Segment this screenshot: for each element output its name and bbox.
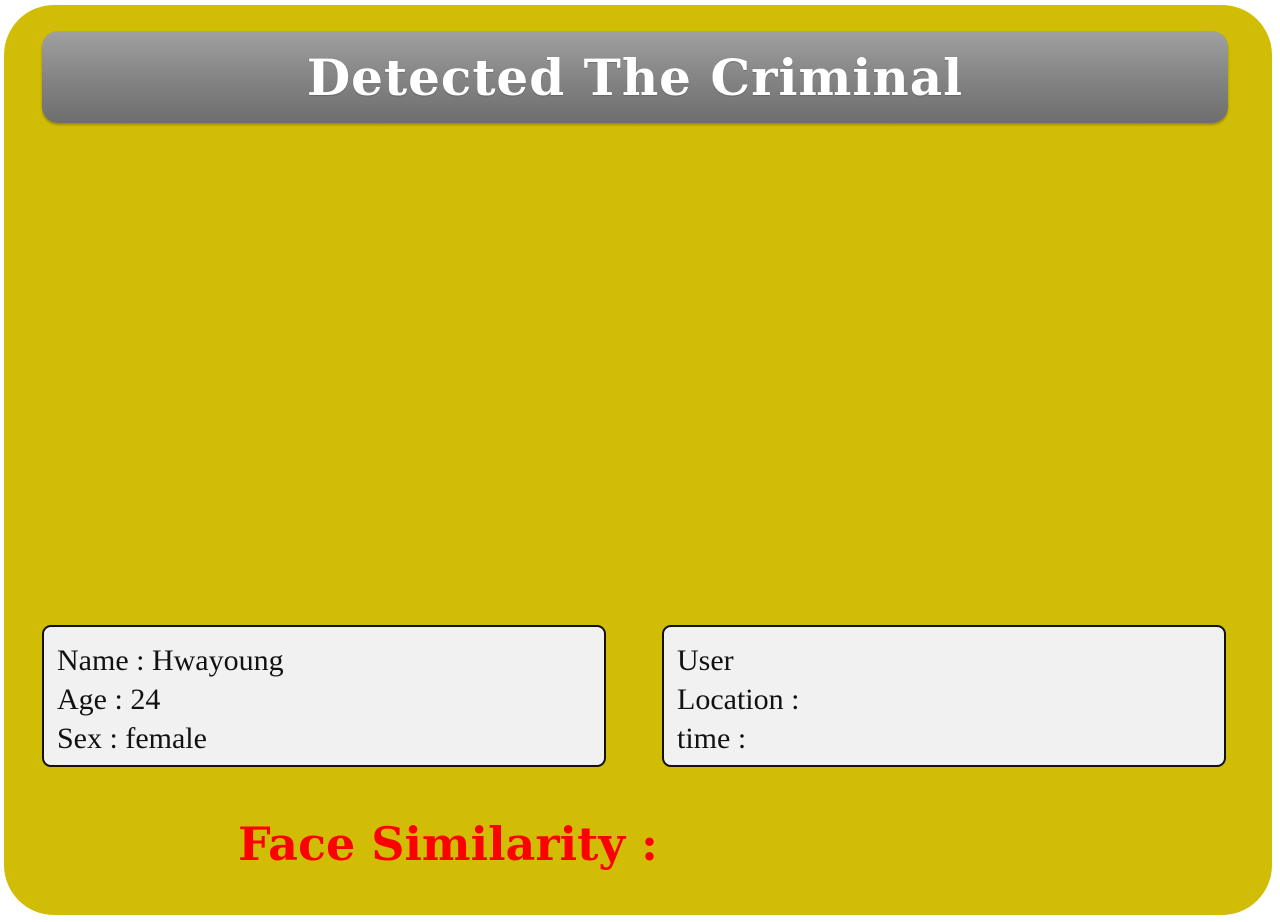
user-label: User <box>677 644 734 677</box>
user-info-box: User Location : time : <box>662 625 1226 767</box>
detected-face-image-area <box>42 135 1228 615</box>
time-label: time : <box>677 722 747 755</box>
criminal-info-box: Name : Hwayoung Age : 24 Sex : female <box>42 625 606 767</box>
detection-panel: Detected The Criminal Name : Hwayoung Ag… <box>4 5 1272 915</box>
criminal-name: Name : Hwayoung <box>57 644 284 677</box>
criminal-age: Age : 24 <box>57 683 161 716</box>
title-bar: Detected The Criminal <box>42 31 1228 123</box>
page-title: Detected The Criminal <box>306 47 964 107</box>
location-label: Location : <box>677 683 800 716</box>
criminal-sex: Sex : female <box>57 722 207 755</box>
face-similarity-label: Face Similarity : <box>238 817 659 871</box>
